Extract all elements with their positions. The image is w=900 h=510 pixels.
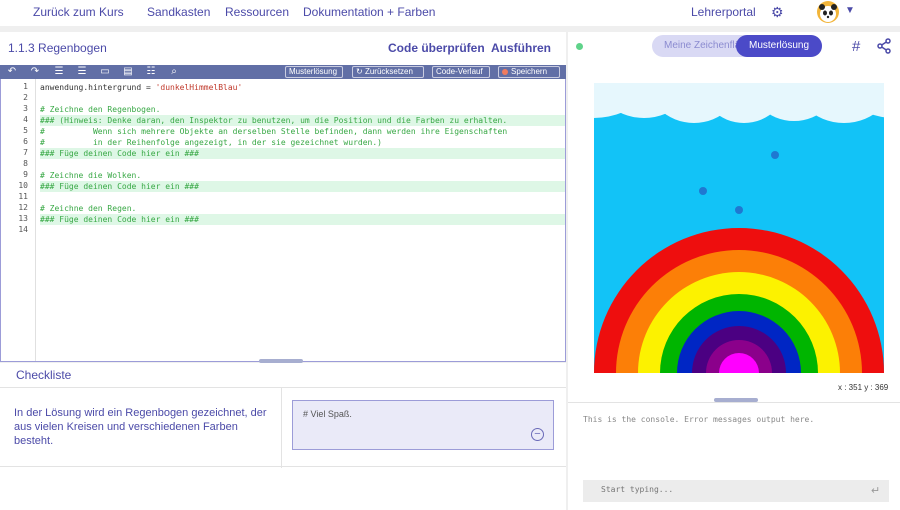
run-button[interactable]: Ausführen (491, 41, 551, 55)
collapse-minus-icon[interactable]: − (531, 428, 544, 441)
reset-button[interactable]: ↻ Zurücksetzen (352, 66, 424, 78)
code-editor[interactable]: 1 2 3 4 5 6 7 8 9 10 11 12 13 14 anwendung.hintergrun… (0, 79, 566, 362)
editor-toolbar: ↶ ↷ ☰ ☰ ▭ ▤ ☷ ⌕ Musterlösung ↻ Zurückset… (0, 65, 566, 79)
solution-button[interactable]: Musterlösung (285, 66, 343, 78)
gear-icon[interactable]: ⚙ (771, 5, 785, 19)
line-number: 4 (23, 115, 28, 124)
avatar[interactable] (817, 1, 839, 23)
check-code-button[interactable]: Code überprüfen (388, 41, 485, 55)
share-icon[interactable] (876, 38, 892, 54)
coordinate-readout: x : 351 y : 369 (838, 383, 889, 392)
checklist-note-text: # Viel Spaß. (303, 409, 352, 419)
code-text: # Zeichne den Regen. (40, 204, 137, 213)
nav-documentation[interactable]: Dokumentation + Farben (303, 5, 435, 19)
divider (281, 388, 282, 468)
checklist-panel: Checkliste In der Lösung wird ein Regenb… (0, 363, 566, 510)
checklist-title: Checkliste (16, 368, 72, 382)
checklist-item: In der Lösung wird ein Regenbogen gezeic… (0, 387, 566, 468)
save-button[interactable]: Speichern (498, 66, 560, 78)
code-text: ### (Hinweis: Denke daran, den Inspektor… (40, 116, 508, 125)
redo-icon[interactable]: ↷ (28, 65, 42, 79)
line-number: 13 (18, 214, 28, 223)
code-line: ### Füge deinen Code hier ein ### (40, 181, 565, 192)
line-number: 2 (23, 93, 28, 102)
search-icon[interactable]: ⌕ (167, 65, 181, 79)
grid-icon[interactable]: # (852, 38, 860, 55)
save-label: Speichern (511, 67, 548, 76)
code-history-button[interactable]: Code-Verlauf (432, 66, 490, 78)
raindrop (699, 187, 707, 195)
checklist-item-text: In der Lösung wird ein Regenbogen gezeic… (14, 407, 267, 447)
raindrop (735, 206, 743, 214)
exercise-title: 1.1.3 Regenbogen (8, 41, 107, 55)
indent-icon[interactable]: ☰ (52, 65, 66, 79)
line-number: 14 (18, 225, 28, 234)
format-icon[interactable]: ☷ (144, 65, 158, 79)
panda-avatar-icon (819, 4, 837, 22)
line-number: 11 (18, 192, 28, 201)
code-line: ### (Hinweis: Denke daran, den Inspektor… (40, 115, 565, 126)
code-text: ### Füge deinen Code hier ein ### (40, 182, 199, 191)
line-number: 5 (23, 126, 28, 135)
line-number: 12 (18, 203, 28, 212)
code-text: ### Füge deinen Code hier ein ### (40, 149, 199, 158)
drawing-canvas[interactable] (594, 83, 884, 373)
code-line: # Zeichne den Regen. (40, 203, 565, 214)
code-line: # Zeichne die Wolken. (40, 170, 565, 181)
code-line: # Zeichne den Regenbogen. (40, 104, 565, 115)
line-number-gutter: 1 2 3 4 5 6 7 8 9 10 11 12 13 14 (1, 79, 36, 361)
tab-my-canvas[interactable]: Meine Zeichenfläche (664, 40, 740, 51)
code-text: # Zeichne die Wolken. (40, 171, 142, 180)
code-line: # Wenn sich mehrere Objekte an derselben… (40, 126, 565, 137)
line-number: 10 (18, 181, 28, 190)
reset-label: Zurücksetzen (364, 67, 413, 76)
top-navigation: Zurück zum Kurs Sandkasten Ressourcen Do… (0, 0, 900, 26)
console-message: This is the console. Error messages outp… (583, 415, 815, 424)
console-input-box[interactable]: ↵ (583, 480, 889, 502)
line-number: 6 (23, 137, 28, 146)
canvas-toggle[interactable]: Meine Zeichenfläche Musterlösung (652, 35, 822, 57)
code-text: # Zeichne den Regenbogen. (40, 105, 161, 114)
line-number: 7 (23, 148, 28, 157)
status-dot-icon (576, 43, 583, 50)
line-number: 1 (23, 82, 28, 91)
console: This is the console. Error messages outp… (568, 402, 900, 510)
code-string: 'dunkelHimmelBlau' (155, 83, 243, 92)
chevron-down-icon[interactable]: ▼ (845, 5, 855, 16)
line-number: 9 (23, 170, 28, 179)
raindrop (771, 151, 779, 159)
editor-panel: 1.1.3 Regenbogen Code überprüfen Ausführ… (0, 32, 566, 363)
outdent-icon[interactable]: ☰ (75, 65, 89, 79)
console-input[interactable] (601, 485, 851, 494)
nav-teacher-portal[interactable]: Lehrerportal (691, 5, 756, 19)
undo-icon[interactable]: ↶ (5, 65, 19, 79)
line-number: 3 (23, 104, 28, 113)
checklist-note[interactable]: # Viel Spaß. − (292, 400, 554, 450)
code-text: anwendung.hintergrund = (40, 83, 156, 92)
reset-icon: ↻ (356, 67, 365, 76)
code-line: # in der Reihenfolge angezeigt, in der s… (40, 137, 565, 148)
unsaved-dot-icon (502, 68, 508, 75)
enter-icon[interactable]: ↵ (871, 484, 880, 497)
code-line: ### Füge deinen Code hier ein ### (40, 148, 565, 159)
nav-resources[interactable]: Ressourcen (225, 5, 289, 19)
code-line: anwendung.hintergrund = 'dunkelHimmelBla… (40, 82, 565, 93)
code-text: # Wenn sich mehrere Objekte an derselben… (40, 127, 508, 136)
nav-back-to-course[interactable]: Zurück zum Kurs (33, 5, 124, 19)
comment-icon[interactable]: ▭ (98, 65, 112, 79)
code-text: ### Füge deinen Code hier ein ### (40, 215, 199, 224)
preview-panel: Meine Zeichenfläche Musterlösung # x : 3… (568, 32, 900, 510)
line-number: 8 (23, 159, 28, 168)
code-line: ### Füge deinen Code hier ein ### (40, 214, 565, 225)
nav-sandbox[interactable]: Sandkasten (147, 5, 210, 19)
docs-icon[interactable]: ▤ (121, 65, 135, 79)
code-text: # in der Reihenfolge angezeigt, in der s… (40, 138, 382, 147)
tab-solution[interactable]: Musterlösung (736, 35, 822, 57)
